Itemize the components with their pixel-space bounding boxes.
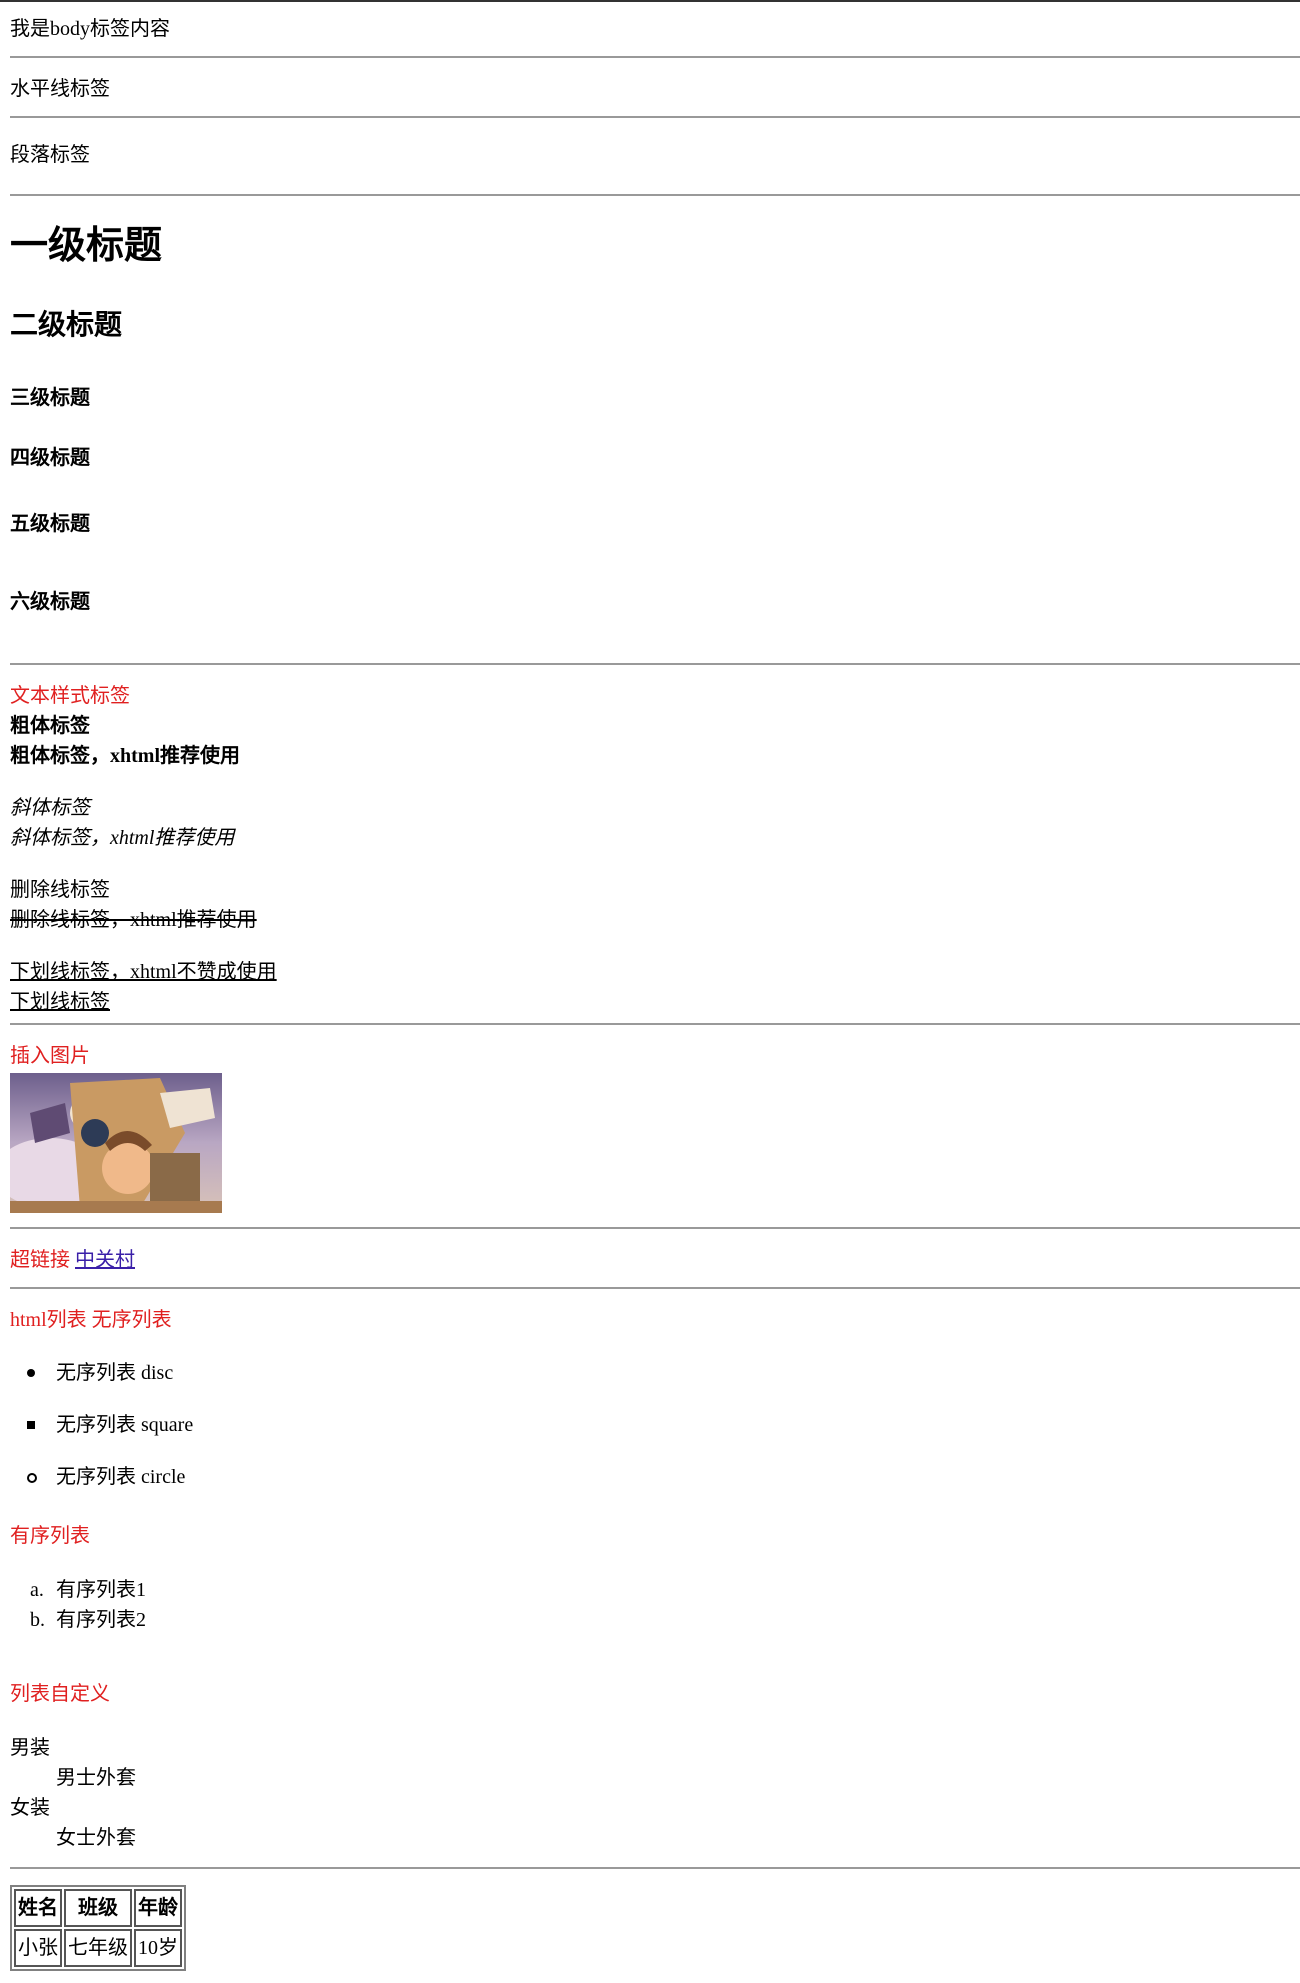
list-item: 无序列表 circle [10,1461,1270,1493]
table-cell: 10岁 [134,1929,182,1967]
heading-level-1: 一级标题 [10,225,163,267]
heading-level-2: 二级标题 [10,310,123,341]
heading-level-5: 五级标题 [10,513,90,535]
horizontal-rule [10,1227,1300,1229]
horizontal-rule [10,116,1300,118]
horizontal-rule [10,663,1300,665]
strike-text: 删除线标签，xhtml推荐使用 [10,909,257,931]
table-header-row: 姓名 班级 年龄 [14,1889,182,1927]
ordered-list: a. 有序列表1 b. 有序列表2 [10,1575,1270,1635]
bold-text-2-suffix: 推荐使用 [160,745,240,767]
list-marker: a. [30,1579,44,1601]
heading-level-3: 三级标题 [10,387,90,409]
definition-term: 男装 [10,1737,50,1759]
underline-text-1: 下划线标签，xhtml不赞成使用 [10,961,277,983]
table-cell: 小张 [14,1929,62,1967]
list-item: b. 有序列表2 [10,1605,1270,1635]
horizontal-rule [10,1023,1300,1025]
hyperlink-row: 超链接 中关村 [10,1245,1270,1275]
illustration-image [10,1073,222,1213]
paragraph-label: 段落标签 [10,144,90,166]
horizontal-rule [10,1867,1300,1869]
bold-text-1: 粗体标签 [10,715,90,737]
horizontal-rule [10,56,1300,58]
list-item-label: 有序列表2 [56,1609,146,1631]
definition-desc: 女士外套 [56,1827,136,1849]
disc-bullet-icon [27,1369,35,1377]
definition-list: 男装 男士外套 女装 女士外套 [10,1733,1270,1853]
list-item-label: 无序列表 circle [56,1466,186,1488]
list-item: a. 有序列表1 [10,1575,1270,1605]
list-item: 无序列表 disc [10,1357,1270,1389]
unordered-list: 无序列表 disc 无序列表 square 无序列表 circle [10,1357,1270,1493]
bold-text-2: 粗体标签，xhtml推荐使用 [10,741,1270,771]
student-table: 姓名 班级 年龄 小张 七年级 10岁 [10,1885,186,1971]
table-header-cell: 班级 [64,1889,132,1927]
underline-text-2: 下划线标签 [10,991,110,1013]
table-header-cell: 姓名 [14,1889,62,1927]
strike-label: 删除线标签 [10,879,110,901]
definition-list-title: 列表自定义 [10,1683,110,1705]
bold-text-2-tag: xhtml [110,745,160,767]
page-body: 我是body标签内容 水平线标签 段落标签 一级标题 二级标题 三级标题 四级标… [0,0,1300,1971]
list-item: 无序列表 square [10,1409,1270,1441]
italic-text-1: 斜体标签 [10,797,90,819]
heading-level-4: 四级标题 [10,447,90,469]
heading-level-6: 六级标题 [10,591,90,613]
body-text: 我是body标签内容 [10,18,170,40]
bold-text-2-prefix: 粗体标签， [10,745,110,767]
hr-label: 水平线标签 [10,78,110,100]
unordered-list-title: html列表 无序列表 [10,1309,172,1331]
hyperlink-section-title: 超链接 [10,1249,70,1271]
definition-desc: 男士外套 [56,1767,136,1789]
table-row: 小张 七年级 10岁 [14,1929,182,1967]
italic-text-2: 斜体标签，xhtml推荐使用 [10,827,235,849]
ordered-list-title: 有序列表 [10,1525,90,1547]
image-section-title: 插入图片 [10,1045,90,1067]
circle-bullet-icon [27,1473,37,1483]
definition-term: 女装 [10,1797,50,1819]
list-marker: b. [30,1609,45,1631]
horizontal-rule [10,194,1300,196]
list-item-label: 无序列表 square [56,1414,194,1436]
text-styles-section-title: 文本样式标签 [10,685,130,707]
table-cell: 七年级 [64,1929,132,1967]
zhongguancun-link[interactable]: 中关村 [75,1249,135,1271]
horizontal-rule [10,1287,1300,1289]
square-bullet-icon [27,1421,35,1429]
list-item-label: 有序列表1 [56,1579,146,1601]
table-header-cell: 年龄 [134,1889,182,1927]
list-item-label: 无序列表 disc [56,1362,174,1384]
